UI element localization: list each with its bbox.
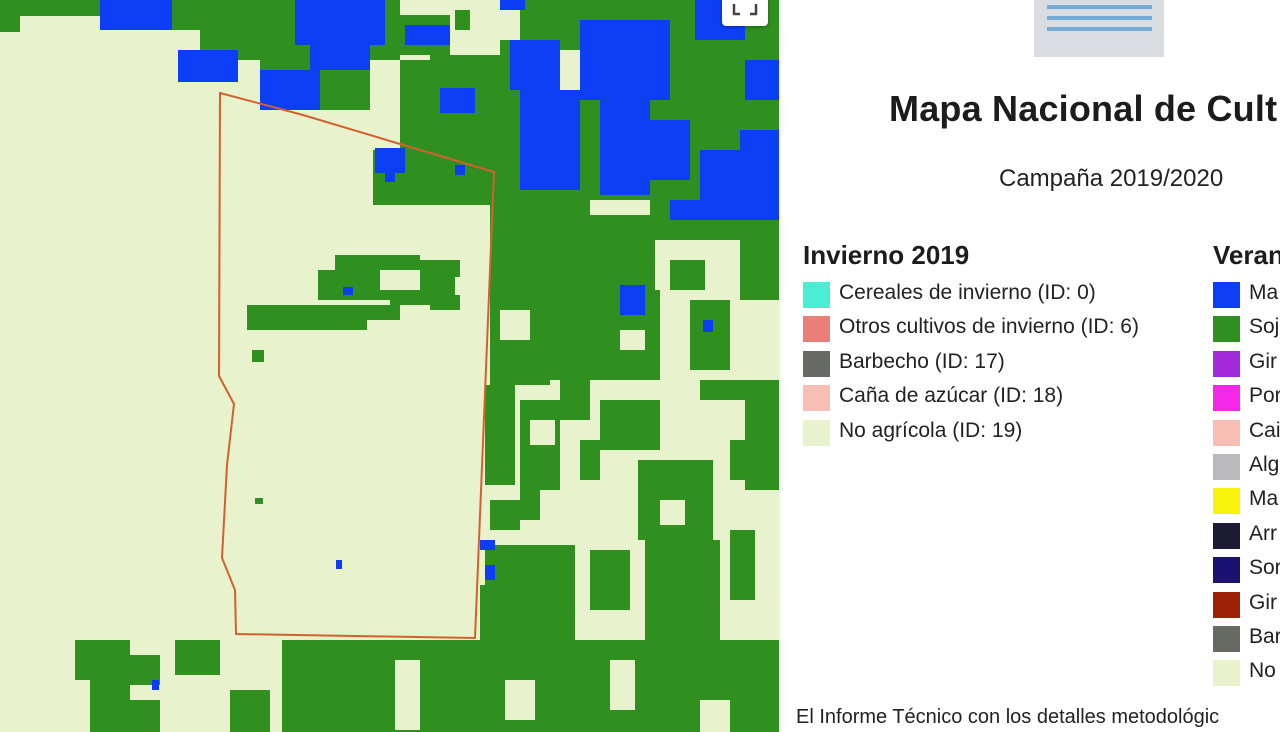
- legend-swatch: [1213, 385, 1240, 412]
- legend-invierno: Invierno 2019 Cereales de invierno (ID: …: [803, 240, 1139, 452]
- logo: [1034, 0, 1164, 57]
- soja-fields-layer: [0, 0, 779, 732]
- fullscreen-button[interactable]: [722, 0, 768, 26]
- map-layers: [0, 0, 779, 732]
- legend-label: Caña de azúcar (ID: 18): [839, 384, 1064, 408]
- legend-item: Cai: [1213, 418, 1280, 452]
- legend-item: Ma: [1213, 280, 1280, 314]
- legend-item: Otros cultivos de invierno (ID: 6): [803, 314, 1139, 348]
- legend-label: Bar: [1249, 624, 1280, 648]
- page-title: Mapa Nacional de Cult: [889, 88, 1278, 129]
- footer-text: El Informe Técnico con los detalles meto…: [796, 706, 1220, 728]
- legend-item: Gir: [1213, 590, 1280, 624]
- legend-swatch: [1213, 350, 1240, 377]
- legend-list-invierno: Cereales de invierno (ID: 0) Otros cultiv…: [803, 280, 1139, 452]
- legend-label: No: [1249, 659, 1276, 683]
- logo-stripe: [1047, 27, 1152, 31]
- legend-swatch: [1213, 419, 1240, 446]
- legend-item: No: [1213, 658, 1280, 692]
- legend-swatch: [803, 282, 830, 308]
- legend-list-verano: Ma Soj Gir Por Cai Alg Ma Arr Sor Gir Bar No: [1213, 280, 1280, 693]
- legend-item: No agrícola (ID: 19): [803, 418, 1022, 452]
- legend-item: Cereales de invierno (ID: 0): [803, 280, 1096, 314]
- legend-swatch: [1213, 453, 1240, 480]
- campaign-subtitle: Campaña 2019/2020: [999, 165, 1224, 192]
- legend-label: No agrícola (ID: 19): [839, 418, 1023, 442]
- legend-item: Ma: [1213, 486, 1280, 520]
- legend-swatch: [1213, 316, 1240, 343]
- legend-label: Gir: [1249, 590, 1277, 614]
- legend-swatch: [1213, 557, 1240, 584]
- legend-label: Sor: [1249, 556, 1280, 580]
- legend-label: Soj: [1249, 315, 1280, 339]
- legend-panel: Mapa Nacional de Cult Campaña 2019/2020 …: [781, 0, 1280, 732]
- legend-item: Barbecho (ID: 17): [803, 349, 1005, 383]
- legend-item: Bar: [1213, 624, 1280, 658]
- legend-swatch: [803, 419, 830, 446]
- fullscreen-icon: [732, 4, 758, 16]
- legend-swatch: [1213, 625, 1240, 652]
- legend-label: Por: [1249, 384, 1280, 408]
- logo-stripe: [1047, 16, 1152, 20]
- legend-item: Caña de azúcar (ID: 18): [803, 383, 1063, 417]
- legend-verano: Veran Ma Soj Gir Por Cai Alg Ma Arr Sor Gir Bar No: [1213, 240, 1280, 693]
- legend-swatch: [803, 316, 830, 343]
- app-root: Mapa Nacional de Cult Campaña 2019/2020 …: [0, 0, 1280, 732]
- legend-heading-verano: Veran: [1213, 240, 1280, 270]
- legend-label: Ma: [1249, 487, 1279, 511]
- legend-label: Barbecho (ID: 17): [839, 349, 1005, 373]
- legend-item: Alg: [1213, 452, 1280, 486]
- legend-label: Alg: [1249, 452, 1280, 476]
- legend-label: Gir: [1249, 349, 1277, 373]
- legend-label: Arr: [1249, 521, 1277, 545]
- legend-swatch: [1213, 488, 1240, 515]
- crop-map[interactable]: [0, 0, 779, 732]
- legend-swatch: [1213, 522, 1240, 549]
- legend-label: Otros cultivos de invierno (ID: 6): [839, 315, 1139, 339]
- legend-swatch: [803, 385, 830, 412]
- legend-item: Soj: [1213, 314, 1280, 348]
- logo-stripe: [1047, 5, 1152, 9]
- legend-item: Arr: [1213, 521, 1280, 555]
- legend-label: Cai: [1249, 418, 1280, 442]
- legend-label: Ma: [1249, 281, 1279, 304]
- legend-swatch: [803, 350, 830, 377]
- legend-item: Gir: [1213, 349, 1280, 383]
- legend-swatch: [1213, 591, 1240, 618]
- legend-label: Cereales de invierno (ID: 0): [839, 281, 1096, 304]
- legend-item: Sor: [1213, 555, 1280, 589]
- legend-swatch: [1213, 660, 1240, 687]
- legend-item: Por: [1213, 383, 1280, 417]
- legend-swatch: [1213, 282, 1240, 308]
- legend-heading-invierno: Invierno 2019: [803, 240, 970, 270]
